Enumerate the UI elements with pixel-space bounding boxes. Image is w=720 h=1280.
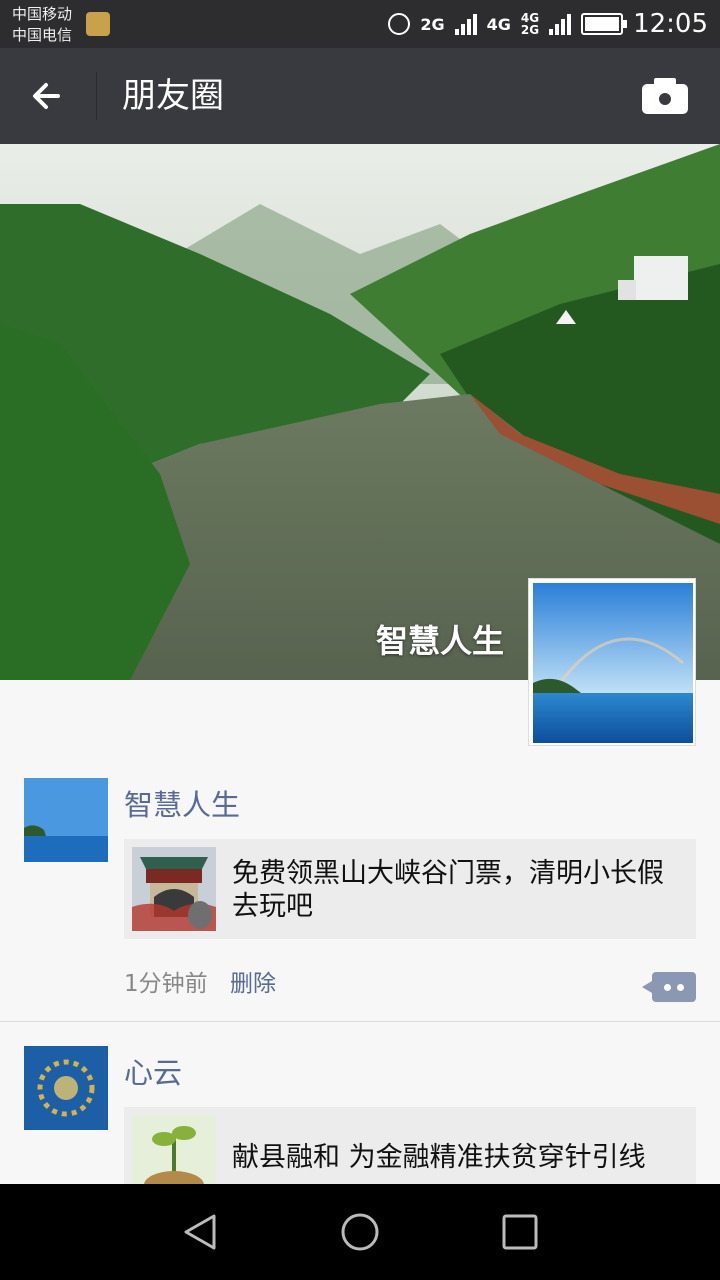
link-title: 献县融和 为金融精准扶贫穿针引线: [232, 1142, 646, 1173]
system-nav-bar: [0, 1184, 720, 1280]
nav-divider: [96, 72, 97, 120]
post-author[interactable]: 心云: [124, 1050, 182, 1092]
profile-avatar[interactable]: [528, 578, 696, 746]
link-title: 免费领黑山大峡谷门票，清明小长假去玩吧: [232, 858, 664, 922]
link-thumbnail: [132, 847, 216, 931]
post-author[interactable]: 智慧人生: [124, 782, 240, 824]
system-back-icon[interactable]: [180, 1212, 220, 1252]
carrier-labels: 中国移动 中国电信: [12, 4, 72, 46]
link-card[interactable]: 免费领黑山大峡谷门票，清明小长假去玩吧: [124, 839, 696, 939]
battery-icon: [581, 13, 628, 35]
avatar[interactable]: [24, 1046, 108, 1130]
system-recents-icon[interactable]: [500, 1212, 540, 1252]
cover-username: 智慧人生: [375, 622, 504, 660]
carrier-2: 中国电信: [12, 26, 73, 44]
delete-link[interactable]: 删除: [230, 964, 276, 998]
carrier-1: 中国移动: [12, 5, 73, 23]
status-indicators: 2G 4G 4G 2G 12:05: [388, 6, 708, 42]
network-type-2: 4G: [486, 14, 511, 34]
avatar[interactable]: [24, 778, 108, 862]
post-timestamp: 1分钟前: [124, 971, 208, 997]
signal-icon: [549, 13, 572, 35]
status-bar: 中国移动 中国电信 2G 4G 4G 2G 12:05: [0, 0, 720, 48]
post-divider: [0, 1021, 720, 1022]
network-type-3: 4G 2G: [520, 11, 540, 37]
camera-icon[interactable]: [642, 76, 690, 116]
alarm-icon: [388, 13, 411, 35]
network-type-1: 2G: [420, 14, 445, 34]
signal-icon: [454, 13, 477, 35]
top-nav-bar: 朋友圈: [0, 48, 720, 144]
clock: 12:05: [633, 9, 708, 39]
comment-icon[interactable]: [642, 972, 696, 1002]
arrow-left-icon[interactable]: [24, 72, 72, 120]
page-title: 朋友圈: [122, 76, 224, 116]
wifi-hotspot-icon: [86, 12, 110, 36]
system-home-icon[interactable]: [340, 1212, 380, 1252]
